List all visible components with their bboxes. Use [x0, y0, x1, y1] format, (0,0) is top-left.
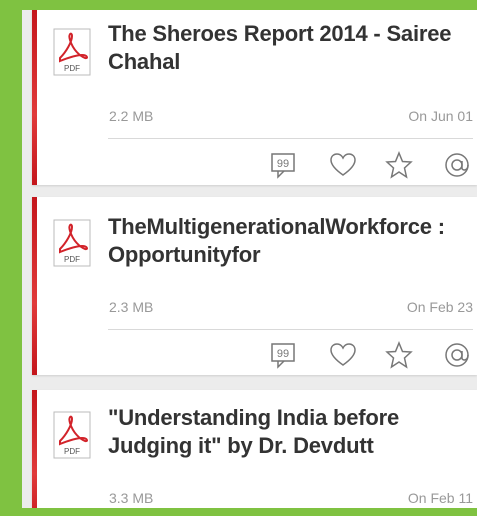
- svg-text:99: 99: [277, 158, 289, 170]
- like-button[interactable]: [328, 150, 358, 180]
- document-title-line: Chahal: [108, 49, 181, 74]
- comment-button[interactable]: 99: [268, 150, 298, 180]
- quote-icon: 99: [271, 153, 295, 179]
- document-list: PDF The Sheroes Report 2014 - Sairee Cha…: [22, 10, 477, 508]
- upload-date: On Feb 11: [407, 490, 473, 506]
- document-title-line: TheMultigenerationalWorkforce :: [108, 214, 445, 239]
- svg-text:PDF: PDF: [64, 255, 80, 264]
- document-title[interactable]: "Understanding India before Judging it" …: [108, 404, 469, 460]
- quote-icon: 99: [271, 343, 295, 369]
- favorite-button[interactable]: [384, 150, 414, 180]
- upload-date: On Feb 23: [406, 299, 473, 315]
- app-frame: PDF The Sheroes Report 2014 - Sairee Cha…: [0, 0, 477, 516]
- document-title[interactable]: The Sheroes Report 2014 - Sairee Chahal: [108, 20, 469, 76]
- accent-stripe: [32, 390, 37, 508]
- upload-date: On Jun 01: [408, 108, 473, 124]
- pdf-file-icon: PDF: [53, 219, 91, 267]
- file-size: 3.3 MB: [109, 490, 154, 506]
- document-card[interactable]: PDF TheMultigenerationalWorkforce : Oppo…: [32, 197, 477, 375]
- pdf-file-icon: PDF: [53, 411, 91, 459]
- at-icon: [445, 343, 469, 367]
- pdf-file-icon: PDF: [53, 28, 91, 76]
- heart-icon: [330, 153, 356, 176]
- document-card[interactable]: PDF "Understanding India before Judging …: [32, 390, 477, 508]
- file-size: 2.2 MB: [109, 108, 154, 124]
- document-title-line: Judging it" by Dr. Devdutt: [108, 433, 374, 458]
- document-title-line: Opportunityfor: [108, 242, 261, 267]
- like-button[interactable]: [328, 340, 358, 370]
- mention-button[interactable]: [442, 150, 472, 180]
- star-icon: [385, 151, 413, 179]
- comment-button[interactable]: 99: [268, 340, 298, 370]
- heart-icon: [330, 343, 356, 366]
- document-title-line: "Understanding India before: [108, 405, 400, 430]
- document-title-line: The Sheroes Report 2014 - Sairee: [108, 21, 452, 46]
- star-icon: [385, 341, 413, 369]
- divider: [108, 329, 473, 330]
- divider: [108, 138, 473, 139]
- at-icon: [445, 153, 469, 177]
- svg-text:PDF: PDF: [64, 447, 80, 456]
- document-title[interactable]: TheMultigenerationalWorkforce : Opportun…: [108, 213, 469, 269]
- file-size: 2.3 MB: [109, 299, 154, 315]
- accent-stripe: [32, 197, 37, 375]
- mention-button[interactable]: [442, 340, 472, 370]
- svg-text:PDF: PDF: [64, 64, 80, 73]
- accent-stripe: [32, 10, 37, 185]
- svg-text:99: 99: [277, 348, 289, 360]
- document-card[interactable]: PDF The Sheroes Report 2014 - Sairee Cha…: [32, 10, 477, 185]
- favorite-button[interactable]: [384, 340, 414, 370]
